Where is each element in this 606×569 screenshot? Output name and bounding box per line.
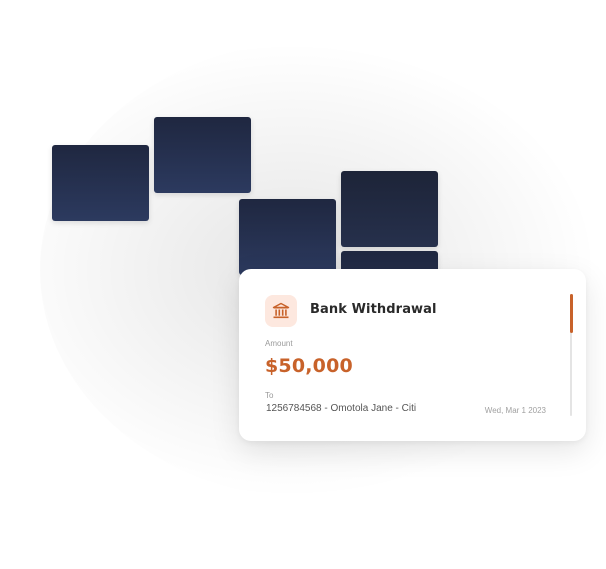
card-scrollbar[interactable] <box>569 294 573 416</box>
decorative-tile <box>341 171 438 247</box>
scrollbar-thumb[interactable] <box>569 294 573 333</box>
amount-value: $50,000 <box>265 355 353 377</box>
recipient-label: To <box>265 391 274 400</box>
recipient-value: 1256784568 - Omotola Jane - Citi <box>266 403 417 414</box>
decorative-tile <box>52 145 149 221</box>
transaction-date: Wed, Mar 1 2023 <box>484 406 546 415</box>
transaction-type-badge <box>265 295 297 327</box>
decorative-tile <box>154 117 251 193</box>
amount-label: Amount <box>265 339 293 348</box>
transaction-title: Bank Withdrawal <box>310 302 437 317</box>
bank-icon <box>272 302 290 320</box>
decorative-tile <box>239 199 336 275</box>
stage: Bank Withdrawal Amount $50,000 To 125678… <box>0 0 606 569</box>
transaction-card[interactable]: Bank Withdrawal Amount $50,000 To 125678… <box>239 269 586 441</box>
